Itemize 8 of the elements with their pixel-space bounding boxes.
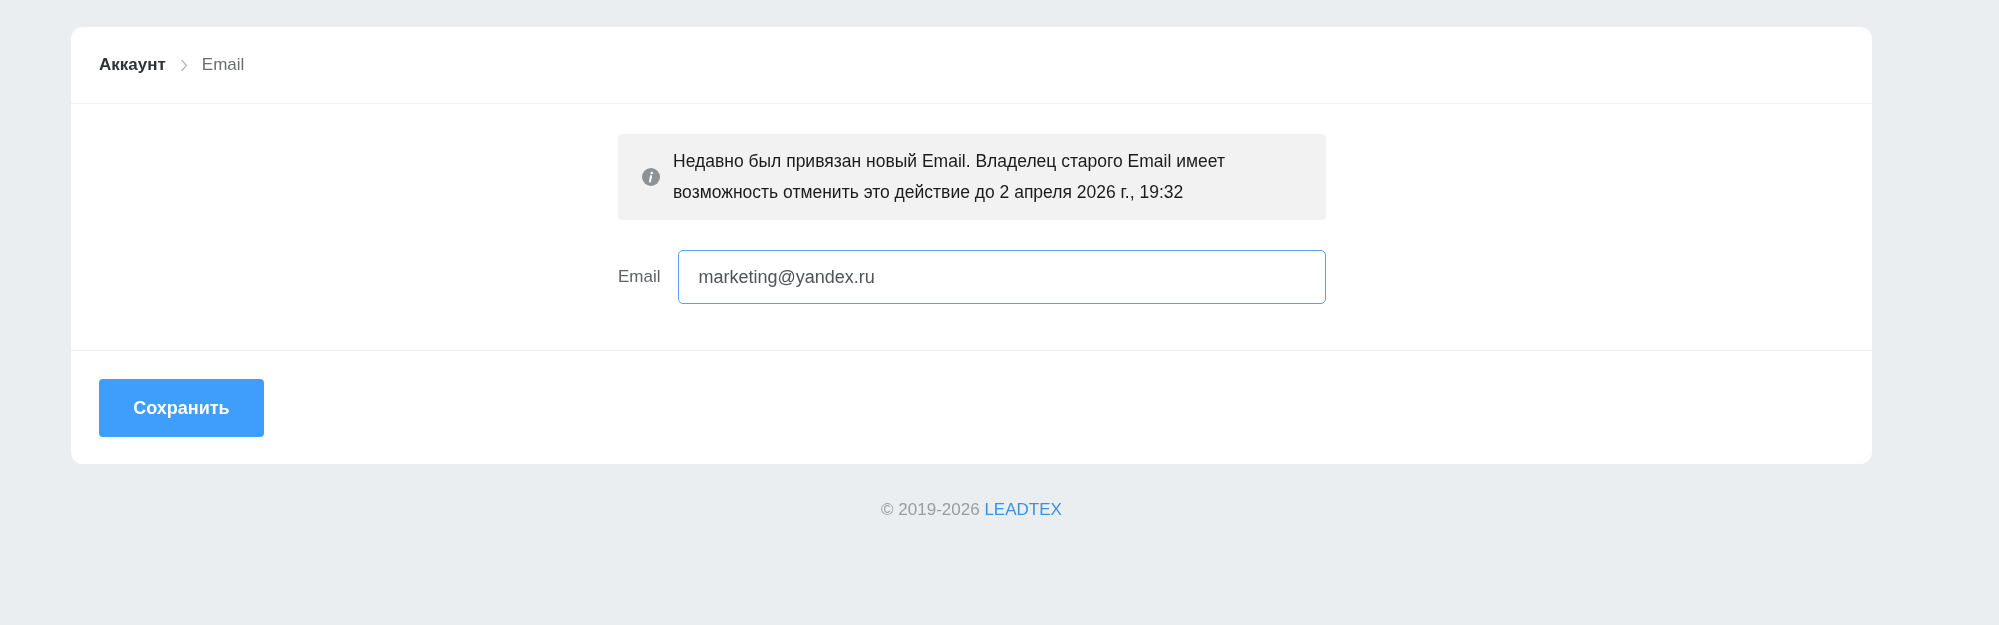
email-input[interactable]: marketing@yandex.ru bbox=[677, 250, 1326, 304]
breadcrumb-link[interactable]: Аккаунт bbox=[99, 55, 166, 75]
copyright-text: © 2019-2026 bbox=[881, 500, 980, 519]
breadcrumb-current: Email bbox=[201, 55, 245, 75]
chevron-right-icon bbox=[179, 58, 188, 72]
info-icon bbox=[642, 168, 660, 186]
notice-text: Недавно был привязан новый Email. Владелец старого Email имеет возможность отменить это действие до 2 апреля 2026 г., 19:32 bbox=[673, 150, 1226, 204]
email-label: Email bbox=[618, 267, 661, 287]
